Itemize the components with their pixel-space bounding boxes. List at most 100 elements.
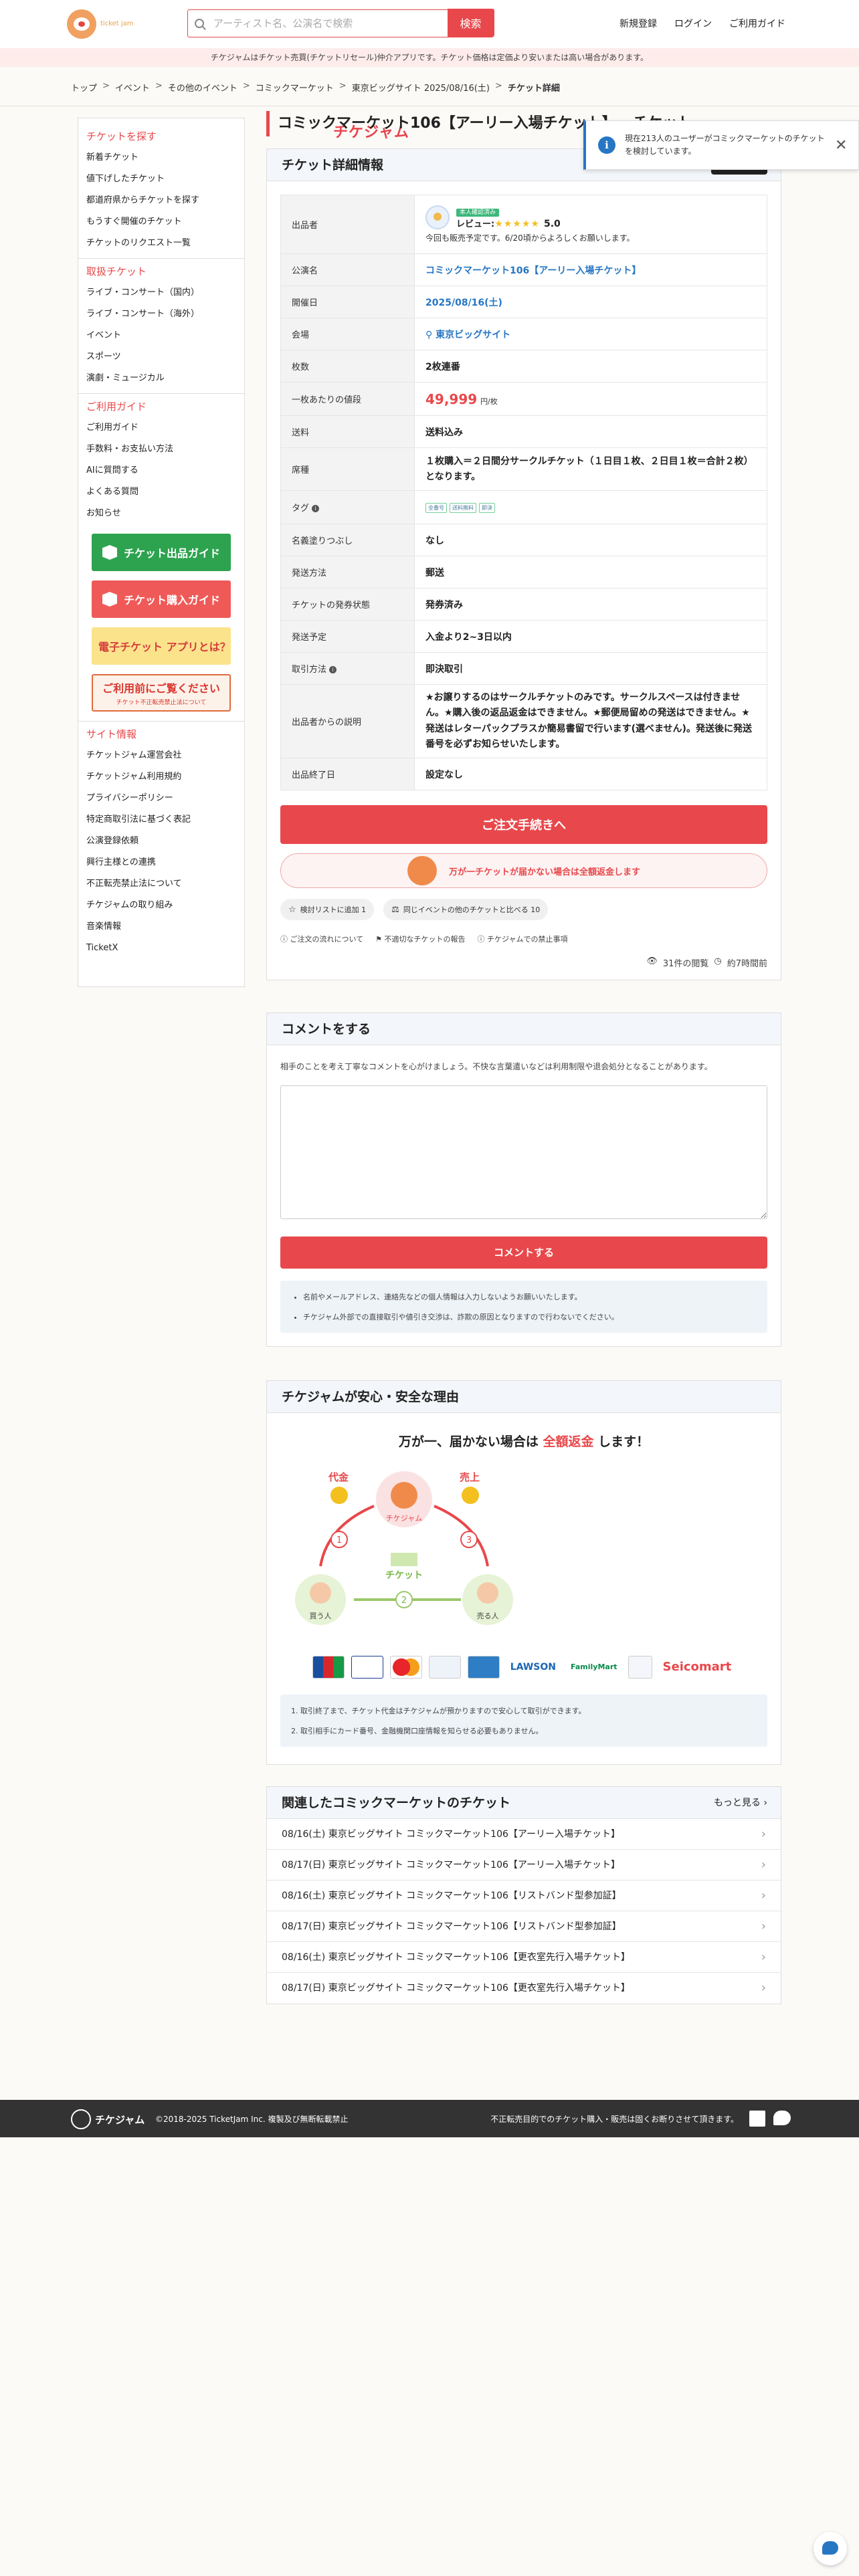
sidebar-item-terms[interactable]: チケットジャム利用規約	[86, 766, 236, 788]
sidebar-item-new[interactable]: 新着チケット	[86, 147, 236, 169]
star-icon: ☆	[288, 904, 296, 915]
sidebar-item-faq[interactable]: よくある質問	[86, 481, 236, 503]
venue-label: 会場	[280, 318, 415, 350]
ticket-detail-card: チケット詳細情報 出品者 本人確認済み レビュー:★★★★★ 5.0 今回も販売予…	[266, 148, 781, 980]
venue-link[interactable]: 東京ビッグサイト	[436, 330, 510, 340]
tag-item[interactable]: 全番号	[425, 503, 447, 513]
sell-guide-label: チケット出品ガイド	[123, 547, 220, 560]
sidebar-item-commerce-law[interactable]: 特定商取引法に基づく表記	[86, 809, 236, 831]
breadcrumb-comiket[interactable]: コミックマーケット	[256, 81, 334, 94]
related-item[interactable]: 08/16(土) 東京ビッグサイト コミックマーケット106【更衣室先行入場チケ…	[267, 1942, 781, 1973]
more-link-label: もっと見る	[713, 1797, 761, 1808]
sidebar-item-guide[interactable]: ご利用ガイド	[86, 417, 236, 439]
sidebar: チケットを探す 新着チケット 値下げしたチケット 都道府県からチケットを探す も…	[78, 118, 245, 987]
breadcrumb-venue-date[interactable]: 東京ビッグサイト 2025/08/16(土)	[352, 81, 490, 94]
step-2-text: 2	[401, 1596, 407, 1606]
info-icon[interactable]: i	[312, 505, 320, 512]
sidebar-item-theater[interactable]: 演劇・ミュージカル	[86, 368, 236, 389]
nav-guide-link[interactable]: ご利用ガイド	[729, 17, 785, 30]
end-value: 設定なし	[414, 758, 767, 790]
sidebar-item-company[interactable]: チケットジャム運営会社	[86, 745, 236, 766]
safety-head: チケジャムが安心・安全な理由	[267, 1380, 781, 1413]
footer-logo[interactable]: チケジャム	[67, 2109, 145, 2129]
nav-signup-link[interactable]: 新規登録	[619, 17, 657, 30]
sidebar-item-efforts[interactable]: チケジャムの取り組み	[86, 895, 236, 916]
search-button[interactable]: 検索	[447, 9, 494, 37]
info-icon[interactable]: i	[329, 666, 337, 673]
sidebar-item-resale-law[interactable]: 不正転売禁止法について	[86, 873, 236, 895]
sidebar-item-prefecture[interactable]: 都道府県からチケットを探す	[86, 190, 236, 211]
sidebar-item-sports[interactable]: スポーツ	[86, 346, 236, 368]
sidebar-head-genres: 取扱チケット	[86, 265, 147, 278]
sell-guide-banner[interactable]: チケット出品ガイド	[92, 534, 231, 571]
sidebar-item-ticketx[interactable]: TicketX	[86, 938, 236, 959]
facebook-icon[interactable]	[749, 2111, 765, 2127]
payment-logos: LAWSON FamilyMart Seicomart	[280, 1655, 767, 1679]
comment-textarea[interactable]	[280, 1085, 767, 1219]
tag-label: タグ i	[280, 490, 415, 524]
view-meta: 👁 31件の閲覧 ◷ 約7時間前	[280, 956, 767, 969]
beginner-mark-icon	[102, 545, 117, 560]
footer-logo-text: チケジャム	[95, 2113, 145, 2126]
sidebar-item-event-request[interactable]: 公演登録依頼	[86, 831, 236, 852]
watchlist-chip[interactable]: ☆ 検討リストに追加 1	[280, 899, 375, 920]
sidebar-item-live-domestic[interactable]: ライブ・コンサート（国内）	[86, 282, 236, 304]
related-item[interactable]: 08/17(日) 東京ビッグサイト コミックマーケット106【リストバンド型参加…	[267, 1911, 781, 1942]
prohibited-link[interactable]: ⓘ チケジャムでの禁止事項	[478, 934, 568, 944]
rating-stars: ★★★★★	[494, 218, 540, 229]
tag-item[interactable]: 即決	[479, 503, 495, 513]
sidebar-item-soon[interactable]: もうすぐ開催のチケット	[86, 211, 236, 233]
verified-badge: 本人確認済み	[456, 208, 500, 217]
buyer-face	[310, 1582, 331, 1604]
sidebar-item-music-info[interactable]: 音楽情報	[86, 916, 236, 938]
related-item[interactable]: 08/17(日) 東京ビッグサイト コミックマーケット106【アーリー入場チケッ…	[267, 1850, 781, 1881]
sidebar-item-discounted[interactable]: 値下げしたチケット	[86, 169, 236, 190]
sidebar-item-news[interactable]: お知らせ	[86, 503, 236, 524]
sidebar-item-requests[interactable]: チケットのリクエスト一覧	[86, 233, 236, 254]
order-flow-link[interactable]: ⓘ ご注文の流れについて	[280, 934, 363, 944]
buy-guide-banner[interactable]: チケット購入ガイド	[92, 580, 231, 618]
comment-submit-button[interactable]: コメントする	[280, 1236, 767, 1269]
breadcrumb-event[interactable]: イベント	[115, 81, 150, 94]
breadcrumb-other-event[interactable]: その他のイベント	[168, 81, 237, 94]
related-item[interactable]: 08/16(土) 東京ビッグサイト コミックマーケット106【アーリー入場チケッ…	[267, 1819, 781, 1850]
breadcrumb-top[interactable]: トップ	[71, 81, 97, 94]
schedule-value: 入金より2~3日以内	[414, 620, 767, 653]
flow-sales-label: 売上	[460, 1471, 480, 1483]
report-link[interactable]: ⚑ 不適切なチケットの報告	[375, 934, 465, 944]
tag-item[interactable]: 送料無料	[450, 503, 476, 513]
comment-rule-item: 名前やメールアドレス、連絡先などの個人情報は入力しないようお願いいたします。	[303, 1291, 754, 1302]
breadcrumb-current: チケット詳細	[507, 84, 560, 94]
date-link[interactable]: 2025/08/16(土)	[425, 298, 502, 308]
seller-avatar[interactable]	[425, 205, 450, 229]
guarantee-banner[interactable]: 万が一チケットが届かない場合は全額返金します	[280, 853, 767, 888]
related-item[interactable]: 08/16(土) 東京ビッグサイト コミックマーケット106【リストバンド型参加…	[267, 1881, 781, 1911]
tag-list: 全番号 送料無料 即決	[414, 490, 767, 524]
order-button[interactable]: ご注文手続きへ	[280, 805, 767, 844]
caution-banner[interactable]: ご利用前にご覧ください チケット不正転売禁止法について	[92, 674, 231, 712]
more-link[interactable]: もっと見る ›	[714, 1787, 767, 1819]
main-content: コミックマーケット106【アーリー入場チケット】 - チケット チケット詳細情報…	[266, 111, 781, 2004]
chat-icon[interactable]	[814, 2532, 847, 2565]
sidebar-item-event[interactable]: イベント	[86, 325, 236, 346]
nav-login-link[interactable]: ログイン	[674, 17, 712, 30]
close-icon[interactable]: ✕	[835, 137, 847, 154]
review-label[interactable]: レビュー:	[456, 219, 494, 229]
logo-sub-text: ticket jam	[100, 19, 134, 27]
compare-chip[interactable]: ⚖ 同じイベントの他のチケットと比べる 10	[383, 899, 549, 920]
site-logo[interactable]: チケジャム ticket jam	[67, 9, 409, 141]
notice-bar: チケジャムはチケット売買(チケットリセール)仲介アプリです。チケット価格は定価よ…	[0, 48, 859, 67]
related-item[interactable]: 08/17(日) 東京ビッグサイト コミックマーケット106【更衣室先行入場チケ…	[267, 1973, 781, 2004]
digital-ticket-banner[interactable]: 電子チケット アプリとは？	[92, 627, 231, 665]
sidebar-item-live-overseas[interactable]: ライブ・コンサート（海外）	[86, 304, 236, 325]
sidebar-item-privacy[interactable]: プライバシーポリシー	[86, 788, 236, 809]
header-nav: 新規登録 ログイン ご利用ガイド	[619, 17, 785, 30]
sidebar-item-fees[interactable]: 手数料・お支払い方法	[86, 439, 236, 460]
sidebar-item-ai[interactable]: AIに質問する	[86, 460, 236, 481]
sidebar-item-promoter[interactable]: 興行主様との連携	[86, 852, 236, 873]
price-value: 49,999	[425, 391, 478, 407]
search-input[interactable]	[213, 17, 448, 29]
report-label: 不適切なチケットの報告	[384, 935, 466, 944]
twitter-icon[interactable]	[773, 2111, 791, 2125]
event-link[interactable]: コミックマーケット106【アーリー入場チケット】	[425, 265, 641, 276]
